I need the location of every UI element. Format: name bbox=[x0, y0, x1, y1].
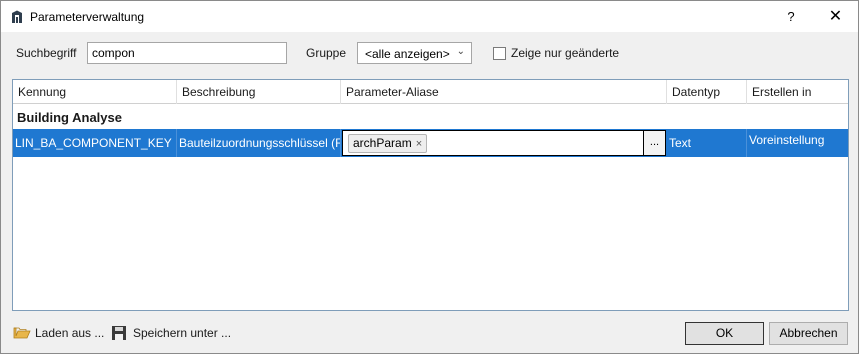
group-label: Gruppe bbox=[306, 46, 347, 60]
title-bar: Parameterverwaltung ? ✕ bbox=[1, 1, 858, 32]
app-logo-icon bbox=[12, 10, 22, 23]
save-disk-icon bbox=[112, 326, 126, 340]
alias-tag-label: archParam bbox=[353, 136, 412, 150]
cell-beschreibung[interactable]: Bauteilzuordnungsschlüssel (R bbox=[177, 129, 341, 157]
save-as-label: Speichern unter ... bbox=[133, 326, 232, 340]
table-row[interactable]: LIN_BA_COMPONENT_KEY Bauteilzuordnungssc… bbox=[13, 129, 848, 157]
close-button[interactable]: ✕ bbox=[813, 1, 858, 32]
parameter-table: Kennung Beschreibung Parameter-Aliase Da… bbox=[12, 79, 849, 311]
column-header-erstellen-in[interactable]: Erstellen in bbox=[747, 80, 848, 104]
load-from-button[interactable]: Laden aus ... bbox=[13, 323, 108, 343]
folder-open-icon bbox=[13, 327, 31, 339]
search-label: Suchbegriff bbox=[16, 46, 77, 60]
remove-alias-icon[interactable]: × bbox=[416, 138, 422, 150]
cell-datentyp[interactable]: Text bbox=[667, 129, 747, 157]
save-as-button[interactable]: Speichern unter ... bbox=[111, 323, 236, 343]
column-header-beschreibung[interactable]: Beschreibung bbox=[177, 80, 341, 104]
ok-button[interactable]: OK bbox=[685, 322, 764, 345]
search-input[interactable] bbox=[87, 42, 287, 64]
changed-only-checkbox[interactable] bbox=[493, 47, 506, 60]
group-dropdown-value: <alle anzeigen> bbox=[365, 47, 450, 61]
chevron-down-icon: ⌄ bbox=[456, 46, 465, 57]
changed-only-label: Zeige nur geänderte bbox=[511, 46, 620, 60]
alias-browse-button[interactable]: ... bbox=[643, 130, 666, 156]
column-header-datentyp[interactable]: Datentyp bbox=[667, 80, 747, 104]
window-title: Parameterverwaltung bbox=[30, 10, 145, 24]
group-dropdown[interactable]: <alle anzeigen> ⌄ bbox=[357, 42, 472, 64]
group-header-building-analyse: Building Analyse bbox=[17, 110, 122, 125]
column-header-parameter-aliase[interactable]: Parameter-Aliase bbox=[341, 80, 667, 104]
alias-editor[interactable]: archParam × bbox=[342, 130, 645, 156]
table-header: Kennung Beschreibung Parameter-Aliase Da… bbox=[13, 80, 848, 104]
cancel-button[interactable]: Abbrechen bbox=[769, 322, 848, 345]
load-from-label: Laden aus ... bbox=[35, 326, 105, 340]
cell-kennung[interactable]: LIN_BA_COMPONENT_KEY bbox=[13, 129, 177, 157]
parameter-dialog: Parameterverwaltung ? ✕ Suchbegriff Grup… bbox=[0, 0, 859, 354]
alias-tag: archParam × bbox=[348, 134, 428, 153]
column-header-kennung[interactable]: Kennung bbox=[13, 80, 177, 104]
cell-erstellen-in[interactable]: Voreinstellung bbox=[747, 129, 848, 157]
help-button[interactable]: ? bbox=[771, 1, 811, 32]
